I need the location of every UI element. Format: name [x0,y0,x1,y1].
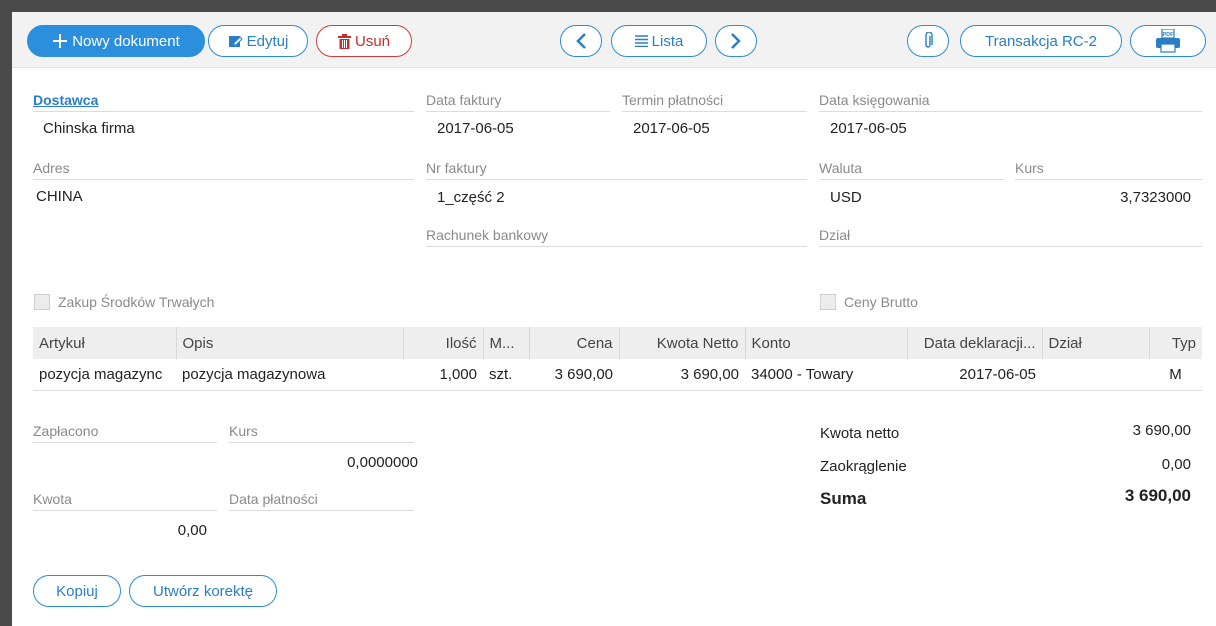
copy-label: Kopiuj [56,582,98,600]
column-header-net-amount[interactable]: Kwota Netto [619,327,746,359]
previous-button[interactable] [560,25,602,57]
sum-value: 3 690,00 [1124,486,1191,505]
payment-due-field[interactable]: 2017-06-05 [633,120,710,137]
pdf-print-button[interactable]: PDF [1130,25,1206,57]
toolbar: Nowy dokument Edytuj Usuń Lista Transakc… [12,12,1216,68]
fixed-assets-checkbox[interactable]: Zakup Środków Trwałych [34,294,214,310]
cell-article[interactable]: pozycja magazync [33,359,176,391]
delete-label: Usuń [354,32,391,50]
cell-unit[interactable]: szt. [483,359,529,391]
address-label: Adres [33,160,414,180]
column-header-account[interactable]: Konto [745,327,908,359]
chevron-left-icon [574,32,588,50]
edit-button[interactable]: Edytuj [208,25,308,57]
invoice-number-label: Nr faktury [426,160,807,180]
payment-rate-field[interactable]: 0,0000000 [229,454,418,471]
column-header-department[interactable]: Dział [1042,327,1150,359]
cell-description[interactable]: pozycja magazynowa [176,359,403,391]
supplier-label[interactable]: Dostawca [33,92,414,112]
amount-field[interactable]: 0,00 [33,522,207,539]
rate-label: Kurs [1015,160,1202,180]
new-document-button[interactable]: Nowy dokument [27,25,205,57]
sum-label: Suma [820,489,867,508]
department-label: Dział [819,227,1202,247]
checkbox-box[interactable] [34,294,50,310]
transaction-label: Transakcja RC-2 [985,32,1097,50]
column-header-declaration-date[interactable]: Data deklaracji... [907,327,1043,359]
pdf-printer-icon: PDF [1154,29,1182,53]
net-total-label: Kwota netto [820,425,900,442]
posting-date-label: Data księgowania [819,92,1202,112]
paid-label: Zapłacono [33,423,217,443]
delete-button[interactable]: Usuń [316,25,412,57]
new-document-label: Nowy dokument [72,32,180,50]
amount-label: Kwota [33,491,217,511]
checkbox-box[interactable] [820,294,836,310]
plus-icon [52,33,68,49]
column-header-description[interactable]: Opis [176,327,404,359]
rounding-value: 0,00 [1161,456,1191,473]
column-header-type[interactable]: Typ [1149,327,1202,359]
cell-department[interactable] [1042,359,1149,391]
attachment-button[interactable] [907,25,949,57]
items-table: Artykuł Opis Ilość M... Cena Kwota Netto… [33,327,1202,391]
cell-type[interactable]: M [1149,359,1202,391]
invoice-date-field[interactable]: 2017-06-05 [437,120,514,137]
currency-label: Waluta [819,160,1005,180]
copy-button[interactable]: Kopiuj [33,575,121,607]
payment-rate-label: Kurs [229,423,414,443]
edit-icon [228,34,243,49]
cell-declaration-date[interactable]: 2017-06-05 [907,359,1042,391]
currency-field[interactable]: USD [830,189,862,206]
cell-price[interactable]: 3 690,00 [529,359,619,391]
posting-date-field[interactable]: 2017-06-05 [830,120,907,137]
column-header-price[interactable]: Cena [529,327,620,359]
bank-account-label: Rachunek bankowy [426,227,807,247]
cell-account[interactable]: 34000 - Towary [745,359,907,391]
cell-quantity[interactable]: 1,000 [403,359,483,391]
payment-due-label: Termin płatności [622,92,807,112]
column-header-article[interactable]: Artykuł [33,327,177,359]
list-button[interactable]: Lista [611,25,707,57]
edit-label: Edytuj [246,32,289,50]
fixed-assets-label: Zakup Środków Trwałych [58,294,215,310]
list-icon [634,35,648,47]
chevron-right-icon [729,32,743,50]
table-row[interactable]: pozycja magazync pozycja magazynowa 1,00… [33,359,1202,391]
invoice-number-field[interactable]: 1_część 2 [437,189,505,206]
column-header-quantity[interactable]: Ilość [403,327,484,359]
table-header-row: Artykuł Opis Ilość M... Cena Kwota Netto… [33,327,1202,359]
supplier-label-text: Dostawca [33,92,99,108]
next-button[interactable] [715,25,757,57]
payment-date-label: Data płatności [229,491,414,511]
gross-prices-label: Ceny Brutto [844,294,918,310]
rate-field[interactable]: 3,7323000 [1015,189,1191,206]
column-header-unit[interactable]: M... [483,327,530,359]
create-correction-button[interactable]: Utwórz korektę [129,575,277,607]
trash-icon [337,33,351,49]
net-total-value: 3 690,00 [1132,422,1191,439]
cell-net-amount[interactable]: 3 690,00 [619,359,745,391]
transaction-button[interactable]: Transakcja RC-2 [960,25,1122,57]
supplier-value: Chinska firma [43,120,135,137]
paperclip-icon [923,32,933,50]
list-label: Lista [651,32,684,50]
document-sheet: Nowy dokument Edytuj Usuń Lista Transakc… [12,12,1216,626]
create-correction-label: Utwórz korektę [152,582,254,600]
svg-text:PDF: PDF [1163,32,1175,38]
gross-prices-checkbox[interactable]: Ceny Brutto [820,294,918,310]
address-value: CHINA [36,188,83,205]
invoice-date-label: Data faktury [426,92,610,112]
rounding-label: Zaokrąglenie [820,458,907,475]
